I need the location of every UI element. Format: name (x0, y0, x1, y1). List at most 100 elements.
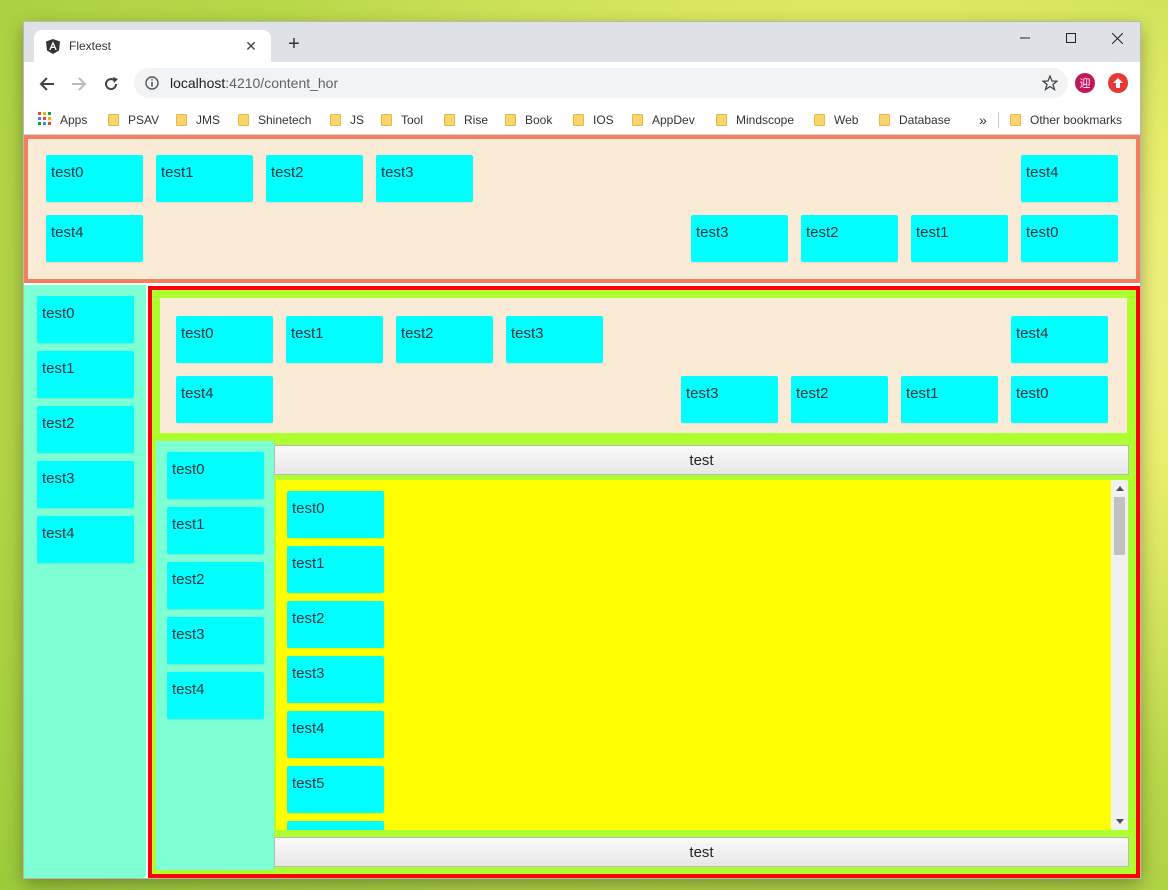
item-label: test0 (292, 500, 325, 517)
left-sidebar: test0 test1 test2 test3 test4 (24, 285, 146, 878)
bookmark-label: Rise (464, 113, 489, 127)
item-box: test4 (1011, 316, 1108, 363)
tab-title: Flextest (69, 39, 112, 53)
bookmark-folder[interactable]: Tool (381, 106, 423, 134)
address-bar[interactable]: localhost:4210/content_hor (134, 68, 1068, 98)
bookmark-folder[interactable]: Shinetech (238, 106, 311, 134)
item-label: test2 (401, 325, 434, 342)
scroll-down-arrow-icon[interactable] (1111, 813, 1128, 830)
item-label: test2 (292, 610, 325, 627)
item-label: test1 (906, 385, 939, 402)
item-label: test0 (172, 461, 205, 478)
bookmark-folder[interactable]: Book (505, 106, 552, 134)
bookmarks-divider (998, 112, 999, 128)
item-label: test4 (1016, 325, 1049, 342)
close-icon[interactable]: ✕ (243, 38, 259, 54)
item-box: test3 (506, 316, 603, 363)
vertical-scrollbar[interactable] (1111, 480, 1128, 830)
folder-icon (1010, 114, 1021, 126)
item-label: test1 (42, 360, 75, 377)
item-label: test2 (806, 224, 839, 241)
top-test-button[interactable]: test (274, 445, 1129, 475)
folder-icon (330, 114, 341, 126)
bookmark-folder[interactable]: Database (879, 106, 950, 134)
bookmark-folder[interactable]: Mindscope (716, 106, 794, 134)
item-label: test2 (172, 571, 205, 588)
scrollbar-thumb[interactable] (1114, 497, 1125, 555)
item-label: test3 (381, 164, 414, 181)
bookmark-folder[interactable]: Web (814, 106, 858, 134)
item-label: test0 (1016, 385, 1049, 402)
profile-avatar[interactable]: 迎 (1075, 73, 1095, 93)
bookmark-folder[interactable]: AppDev (632, 106, 695, 134)
item-box: test3 (376, 155, 473, 202)
sidebar-item: test4 (37, 516, 134, 563)
item-box: test4 (176, 376, 273, 423)
item-label: test4 (172, 681, 205, 698)
folder-icon (176, 114, 187, 126)
bottom-test-button[interactable]: test (274, 837, 1129, 867)
item-label: test1 (291, 325, 324, 342)
new-tab-icon[interactable]: + (284, 34, 304, 54)
folder-icon (879, 114, 890, 126)
bookmark-folder[interactable]: Rise (444, 106, 488, 134)
scroll-up-arrow-icon[interactable] (1111, 480, 1128, 497)
reload-icon[interactable] (98, 71, 124, 97)
bookmark-label: IOS (593, 113, 614, 127)
bookmark-label: Book (525, 113, 553, 127)
item-label: test2 (42, 415, 75, 432)
item-label: test3 (511, 325, 544, 342)
bookmark-folder[interactable]: JS (330, 106, 364, 134)
bookmark-label: Web (834, 113, 859, 127)
close-window-icon[interactable] (1094, 22, 1140, 54)
item-box: test2 (266, 155, 363, 202)
item-box: test1 (156, 155, 253, 202)
item-box: test0 (1011, 376, 1108, 423)
item-label: test4 (292, 720, 325, 737)
folder-icon (381, 114, 392, 126)
back-arrow-icon[interactable] (34, 71, 60, 97)
item-label: test0 (42, 305, 75, 322)
bookmark-label: AppDev (652, 113, 695, 127)
tab-flextest[interactable]: Flextest ✕ (34, 30, 271, 62)
url-path: :4210/content_hor (225, 75, 339, 91)
sidebar-item: test0 (167, 452, 264, 499)
item-box: test1 (911, 215, 1008, 262)
bookmarks-overflow-button[interactable]: » (979, 106, 987, 134)
bookmark-label: Database (899, 113, 951, 127)
item-label: test3 (686, 385, 719, 402)
item-box: test4 (1021, 155, 1118, 202)
star-icon[interactable] (1040, 73, 1060, 93)
item-label: test2 (271, 164, 304, 181)
folder-icon (632, 114, 643, 126)
item-box: test2 (791, 376, 888, 423)
info-icon[interactable] (144, 75, 160, 91)
update-icon[interactable] (1108, 73, 1128, 93)
item-label: test4 (51, 224, 84, 241)
forward-arrow-icon[interactable] (66, 71, 92, 97)
content-scroll-area[interactable]: test0 test1 test2 test3 test4 test5 (276, 480, 1128, 830)
bookmark-label: Mindscope (736, 113, 795, 127)
item-label: test1 (916, 224, 949, 241)
bookmark-folder[interactable]: IOS (573, 106, 614, 134)
item-box: test1 (901, 376, 998, 423)
other-bookmarks[interactable]: Other bookmarks (1010, 106, 1122, 134)
bookmark-folder[interactable]: JMS (176, 106, 220, 134)
item-label: test0 (51, 164, 84, 181)
top-section: test0 test1 test2 test3 test4 test4 test… (24, 135, 1140, 283)
bookmark-folder[interactable]: PSAV (108, 106, 159, 134)
bookmark-label: JMS (196, 113, 220, 127)
item-box: test1 (286, 316, 383, 363)
bookmark-apps[interactable]: Apps (38, 106, 87, 134)
sidebar-item: test3 (167, 617, 264, 664)
minimize-icon[interactable] (1002, 22, 1048, 54)
list-item (287, 821, 384, 830)
item-label: test4 (1026, 164, 1059, 181)
list-item: test5 (287, 766, 384, 813)
list-item: test3 (287, 656, 384, 703)
maximize-icon[interactable] (1048, 22, 1094, 54)
bookmark-label: Other bookmarks (1030, 113, 1123, 127)
sidebar-item: test2 (167, 562, 264, 609)
item-label: test3 (696, 224, 729, 241)
url-text: localhost:4210/content_hor (170, 75, 1040, 91)
